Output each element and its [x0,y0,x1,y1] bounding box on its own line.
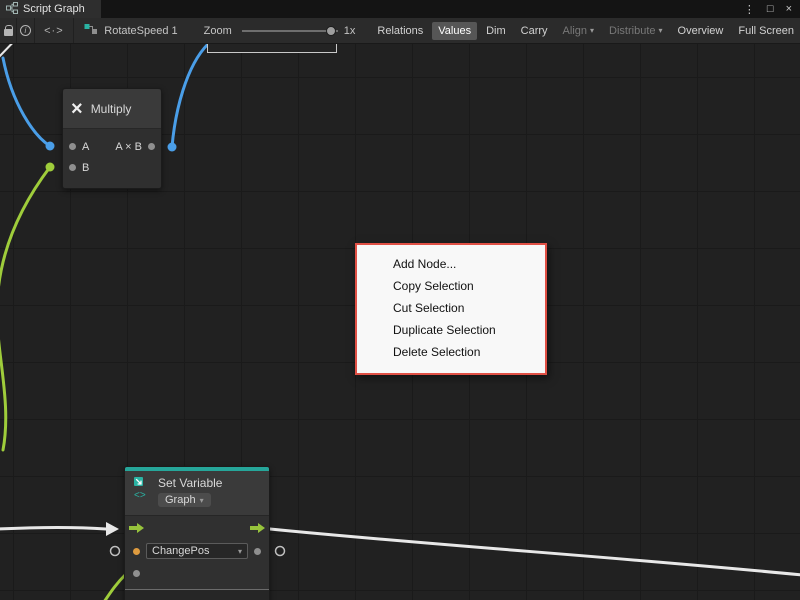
input-port-b[interactable] [69,164,76,171]
script-graph-icon [6,2,18,17]
multiply-node-header[interactable]: × Multiply [63,89,161,129]
variable-dropdown[interactable]: ChangePos ▾ [146,543,248,559]
dim-button[interactable]: Dim [480,22,512,40]
port-label-b: B [82,162,89,174]
chevron-down-icon: ▾ [590,26,594,35]
set-variable-head-text: Set Variable Graph ▾ [158,476,222,507]
wire-white-flow-out[interactable] [270,529,800,575]
values-button[interactable]: Values [432,22,477,40]
multiply-node-title: Multiply [91,102,132,116]
graph-name: RotateSpeed 1 [104,25,177,37]
align-button[interactable]: Align ▾ [557,22,600,40]
graph-breadcrumb[interactable]: RotateSpeed 1 [74,18,187,43]
wire-blue-top[interactable] [172,44,208,147]
port-label-a: A [82,141,89,153]
maximize-icon[interactable]: □ [767,3,774,15]
value-widget[interactable] [125,589,269,600]
tab-title: Script Graph [23,3,85,15]
green-port-dot[interactable] [46,163,55,172]
value-port-row [125,562,269,584]
set-variable-node[interactable]: <> Set Variable Graph ▾ ChangePos [124,466,270,600]
zoom-label: Zoom [204,25,232,37]
carry-button[interactable]: Carry [515,22,554,40]
info-glyph: i [20,25,31,36]
context-menu: Add Node... Copy Selection Cut Selection… [355,243,547,375]
scope-dropdown[interactable]: Graph ▾ [158,493,211,507]
chevron-down-icon: ▾ [200,496,204,505]
value-out-port[interactable] [254,548,261,555]
wire-green-bottom[interactable] [104,574,126,600]
ring-port[interactable] [276,547,285,556]
menu-item-duplicate-selection[interactable]: Duplicate Selection [357,319,545,341]
port-row: B [63,157,161,178]
variable-row: ChangePos ▾ [125,540,269,562]
port-label-out: A × B [115,141,142,153]
chevron-down-icon: ▾ [659,26,663,35]
flow-in-port[interactable] [129,523,144,536]
ring-port[interactable] [111,547,120,556]
blue-port-dot[interactable] [168,143,177,152]
output-port[interactable] [148,143,155,150]
multiply-node-body: A A × B B [63,129,161,188]
chevron-down-icon: ▾ [238,547,242,556]
port-row: A A × B [63,136,161,157]
distribute-button[interactable]: Distribute ▾ [603,22,668,40]
graph-asset-icon [84,23,98,38]
code-angle-icon: <> [134,490,146,500]
multiply-node[interactable]: × Multiply A A × B B [62,88,162,189]
input-port-a[interactable] [69,143,76,150]
wire-white-flow-in[interactable] [0,528,106,530]
align-label: Align [563,25,587,37]
titlebar: Script Graph ⋮ □ × [0,0,800,18]
multiply-icon: × [71,99,83,119]
menu-item-add-node[interactable]: Add Node... [357,253,545,275]
menu-item-delete-selection[interactable]: Delete Selection [357,341,545,363]
variable-name: ChangePos [152,545,210,557]
flow-arrowhead-icon [106,522,119,536]
zoom-value: 1x [344,25,356,37]
set-variable-header[interactable]: <> Set Variable Graph ▾ [125,471,269,516]
graph-editor-window: Script Graph ⋮ □ × i <·> RotateSpeed 1 Z… [0,0,800,600]
overview-button[interactable]: Overview [672,22,730,40]
zoom-slider[interactable] [242,26,338,36]
menu-item-cut-selection[interactable]: Cut Selection [357,297,545,319]
wire-blue-left[interactable] [3,58,50,146]
lock-glyph [4,29,13,36]
zoom-track [242,30,338,32]
set-variable-icon: <> [133,476,151,507]
variable-name-port[interactable] [133,548,140,555]
relations-button[interactable]: Relations [371,22,429,40]
zoom-knob[interactable] [326,26,336,36]
lock-icon[interactable] [0,18,16,43]
value-in-port[interactable] [133,570,140,577]
fullscreen-button[interactable]: Full Screen [732,22,800,40]
flow-out-port[interactable] [250,523,265,536]
distribute-label: Distribute [609,25,655,37]
graph-toolbar: i <·> RotateSpeed 1 Zoom 1x Relations Va… [0,18,800,44]
scope-label: Graph [165,494,196,506]
set-variable-title: Set Variable [158,476,222,490]
info-icon[interactable]: i [17,18,33,43]
window-controls: ⋮ □ × [744,0,800,18]
window-menu-icon[interactable]: ⋮ [744,3,755,16]
tab-script-graph[interactable]: Script Graph [0,0,101,18]
toolbar-buttons: Relations Values Dim Carry Align ▾ Distr… [371,22,800,40]
flow-port-row [125,516,269,540]
code-view-icon[interactable]: <·> [35,18,74,43]
menu-item-copy-selection[interactable]: Copy Selection [357,275,545,297]
blue-port-dot[interactable] [46,142,55,151]
wire-green-left[interactable] [0,167,50,450]
close-icon[interactable]: × [786,3,792,15]
